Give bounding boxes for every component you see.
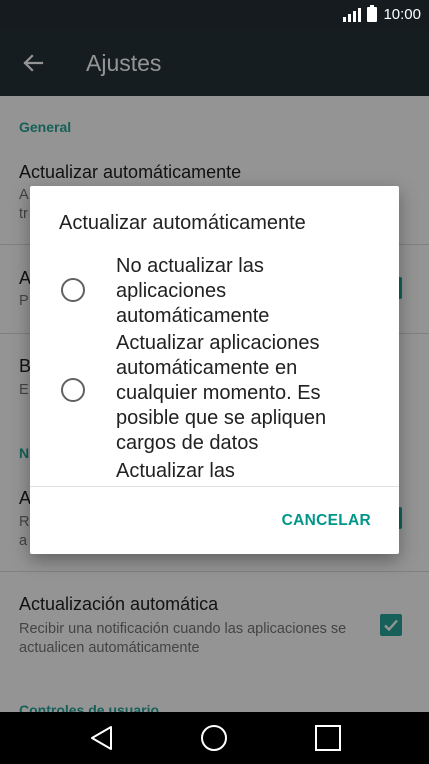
signal-icon [343,7,362,22]
radio-button[interactable] [61,378,85,402]
nav-recents-button[interactable] [298,712,358,764]
home-icon [201,725,227,751]
option-label: Actualizar las [116,460,235,482]
back-icon [91,726,112,750]
status-icons: 10:00 [343,5,421,23]
nav-back-button[interactable] [71,712,131,764]
radio-button[interactable] [61,278,85,302]
recents-icon [315,725,341,751]
option-update-any-time[interactable]: Actualizar aplicaciones automáticamente … [30,328,399,454]
navigation-bar [0,712,429,764]
cancel-button[interactable]: CANCELAR [282,512,371,530]
battery-icon [367,5,378,22]
status-bar: 10:00 [0,0,429,30]
dialog-title: Actualizar automáticamente [59,212,306,234]
auto-update-dialog: Actualizar automáticamente No actualizar… [30,186,399,554]
dialog-divider [30,486,399,487]
status-time: 10:00 [383,6,421,23]
dialog-options[interactable]: No actualizar las aplicaciones automátic… [30,248,399,486]
option-no-update[interactable]: No actualizar las aplicaciones automátic… [30,252,399,328]
option-label: No actualizar las aplicaciones automátic… [116,255,270,327]
option-update-wifi[interactable]: Actualizar las [30,454,399,486]
nav-home-button[interactable] [184,712,244,764]
option-label: Actualizar aplicaciones automáticamente … [116,332,327,454]
